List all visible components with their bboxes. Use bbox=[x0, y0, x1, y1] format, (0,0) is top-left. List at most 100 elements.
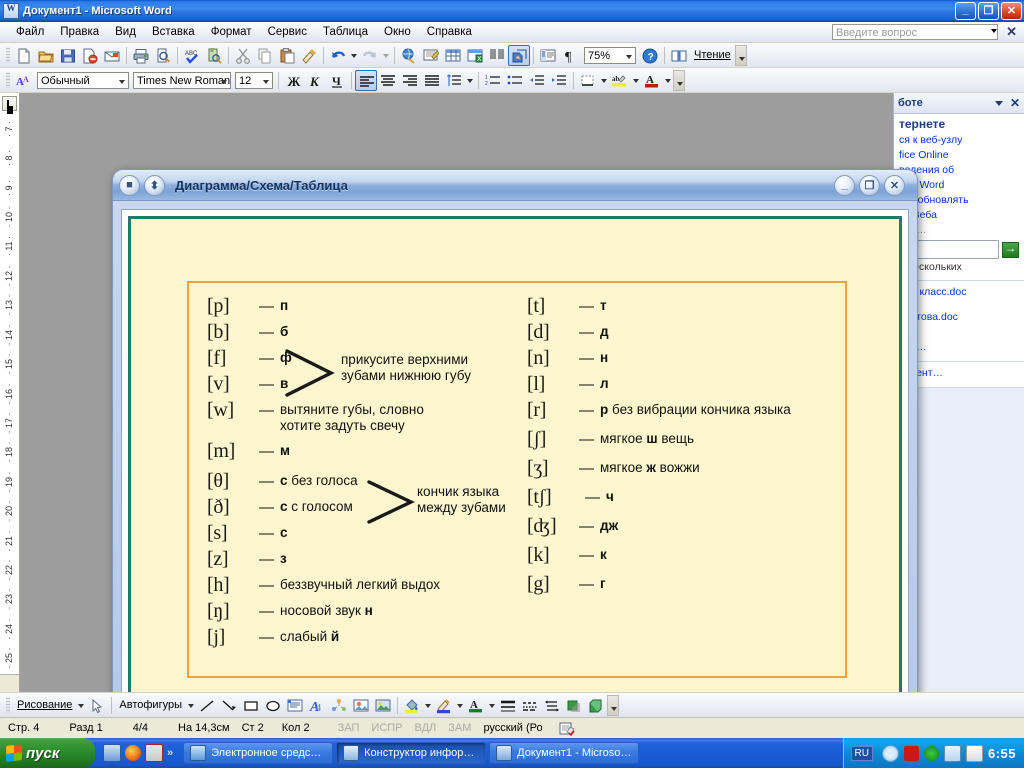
research-button[interactable] bbox=[203, 45, 225, 66]
line-color-button[interactable] bbox=[433, 695, 455, 716]
volume-muted-icon[interactable] bbox=[943, 744, 961, 762]
insert-hyperlink-button[interactable] bbox=[398, 45, 420, 66]
columns-button[interactable] bbox=[486, 45, 508, 66]
popup-title-bar[interactable]: ■ ⬍ Диаграмма/Схема/Таблица _ ❐ ✕ bbox=[113, 170, 917, 201]
show-formatting-marks-button[interactable]: ¶ bbox=[559, 45, 581, 66]
menu-item-insert[interactable]: Вставка bbox=[144, 24, 203, 40]
taskbar-item[interactable]: Документ1 - Microso… bbox=[489, 742, 640, 764]
clip-art-button[interactable] bbox=[350, 695, 372, 716]
stop-button[interactable]: ■ bbox=[119, 174, 140, 196]
chevron-down-icon[interactable] bbox=[991, 29, 997, 33]
fill-color-button[interactable] bbox=[401, 695, 423, 716]
status-overtype[interactable]: ЗАМ bbox=[448, 722, 471, 734]
mail-icon[interactable] bbox=[965, 744, 983, 762]
format-painter-button[interactable] bbox=[298, 45, 320, 66]
clock[interactable]: 6:55 bbox=[988, 746, 1016, 761]
arrow-button[interactable] bbox=[218, 695, 240, 716]
start-button[interactable]: пуск bbox=[0, 738, 95, 768]
paste-button[interactable] bbox=[276, 45, 298, 66]
text-box-button[interactable] bbox=[284, 695, 306, 716]
drawing-menu-dropdown-icon[interactable] bbox=[76, 695, 86, 716]
taskbar-item[interactable]: Конструктор инфор… bbox=[336, 742, 487, 764]
line-spacing-dropdown-icon[interactable] bbox=[465, 70, 475, 91]
numbered-list-button[interactable]: 12 bbox=[482, 70, 504, 91]
font-size-combo[interactable]: 12 bbox=[235, 71, 273, 89]
toolbar-options-button[interactable] bbox=[607, 694, 619, 716]
font-color-dropdown-icon[interactable] bbox=[487, 695, 497, 716]
drawing-toolbar-toggle[interactable] bbox=[508, 44, 530, 66]
menubar-close-icon[interactable]: ✕ bbox=[1006, 24, 1017, 40]
popup-minimize-button[interactable]: _ bbox=[834, 174, 855, 196]
restore-button[interactable]: ❐ bbox=[978, 2, 999, 20]
highlight-dropdown-icon[interactable] bbox=[631, 70, 641, 91]
undo-dropdown-icon[interactable] bbox=[349, 45, 359, 66]
decrease-indent-button[interactable] bbox=[526, 70, 548, 91]
bulleted-list-button[interactable] bbox=[504, 70, 526, 91]
increase-indent-button[interactable] bbox=[548, 70, 570, 91]
quick-launch-overflow-icon[interactable]: » bbox=[167, 747, 173, 759]
task-pane-link[interactable]: fice Online bbox=[899, 149, 1019, 162]
toolbar-options-button[interactable] bbox=[734, 44, 747, 66]
save-button[interactable] bbox=[57, 45, 79, 66]
toolbar-grip[interactable] bbox=[6, 47, 10, 63]
align-right-button[interactable] bbox=[399, 70, 421, 91]
tab-selector-button[interactable] bbox=[2, 96, 17, 111]
borders-dropdown-icon[interactable] bbox=[599, 70, 609, 91]
menu-item-tools[interactable]: Сервис bbox=[260, 24, 315, 40]
vertical-ruler[interactable]: · 7 · · 8 · · 9 · · 10 · · 11 · · 12 · · 13 · ·… bbox=[0, 93, 20, 692]
rectangle-button[interactable] bbox=[240, 695, 262, 716]
spelling-status-icon[interactable] bbox=[559, 721, 576, 736]
copy-button[interactable] bbox=[254, 45, 276, 66]
toolbar-options-button[interactable] bbox=[673, 69, 685, 91]
line-spacing-button[interactable] bbox=[443, 70, 465, 91]
font-combo[interactable]: Times New Roman bbox=[133, 71, 231, 89]
font-color-dropdown-icon[interactable] bbox=[663, 70, 673, 91]
email-button[interactable] bbox=[101, 45, 123, 66]
wordart-button[interactable]: A4 bbox=[306, 695, 328, 716]
status-extend-selection[interactable]: ВДЛ bbox=[415, 722, 437, 734]
status-language[interactable]: русский (Ро bbox=[483, 722, 542, 734]
save-icon[interactable] bbox=[145, 744, 163, 762]
menu-item-window[interactable]: Окно bbox=[376, 24, 419, 40]
font-color-button[interactable]: A bbox=[465, 695, 487, 716]
cut-button[interactable] bbox=[232, 45, 254, 66]
task-pane-link[interactable]: ся к веб-узлу bbox=[899, 134, 1019, 147]
insert-table-button[interactable] bbox=[442, 45, 464, 66]
reading-layout-label[interactable]: Чтение bbox=[690, 49, 735, 61]
oval-button[interactable] bbox=[262, 695, 284, 716]
taskbar-item[interactable]: Электронное средс… bbox=[183, 742, 334, 764]
permission-button[interactable] bbox=[79, 45, 101, 66]
dash-style-button[interactable] bbox=[519, 695, 541, 716]
insert-comment-button[interactable] bbox=[420, 45, 442, 66]
menu-item-help[interactable]: Справка bbox=[419, 24, 480, 40]
bold-button[interactable]: Ж bbox=[282, 70, 304, 91]
document-map-button[interactable] bbox=[537, 45, 559, 66]
insert-excel-worksheet-button[interactable]: X bbox=[464, 45, 486, 66]
kaspersky-icon[interactable] bbox=[903, 745, 919, 761]
navigate-button[interactable]: ⬍ bbox=[144, 174, 165, 196]
menu-item-format[interactable]: Формат bbox=[203, 24, 260, 40]
redo-button[interactable] bbox=[359, 45, 381, 66]
drawing-menu-label[interactable]: Рисование bbox=[13, 699, 76, 711]
diagram-button[interactable] bbox=[328, 695, 350, 716]
language-indicator[interactable]: RU bbox=[850, 745, 873, 761]
align-center-button[interactable] bbox=[377, 70, 399, 91]
line-color-dropdown-icon[interactable] bbox=[455, 695, 465, 716]
style-combo[interactable]: Обычный bbox=[37, 71, 129, 89]
status-track-changes[interactable]: ИСПР bbox=[371, 722, 402, 734]
align-left-button[interactable] bbox=[355, 69, 377, 91]
popup-close-button[interactable]: ✕ bbox=[884, 174, 905, 196]
underline-button[interactable]: Ч bbox=[326, 70, 348, 91]
menu-item-table[interactable]: Таблица bbox=[315, 24, 376, 40]
network-icon[interactable] bbox=[923, 745, 939, 761]
undo-button[interactable] bbox=[327, 45, 349, 66]
search-go-button[interactable] bbox=[1002, 241, 1019, 258]
reading-layout-icon[interactable] bbox=[668, 45, 690, 66]
print-button[interactable] bbox=[130, 45, 152, 66]
popup-maximize-button[interactable]: ❐ bbox=[859, 174, 880, 196]
help-button[interactable]: ? bbox=[639, 45, 661, 66]
font-color-button[interactable]: A bbox=[641, 70, 663, 91]
italic-button[interactable]: К bbox=[304, 70, 326, 91]
toolbar-grip[interactable] bbox=[6, 697, 10, 713]
firefox-icon[interactable] bbox=[125, 745, 141, 761]
